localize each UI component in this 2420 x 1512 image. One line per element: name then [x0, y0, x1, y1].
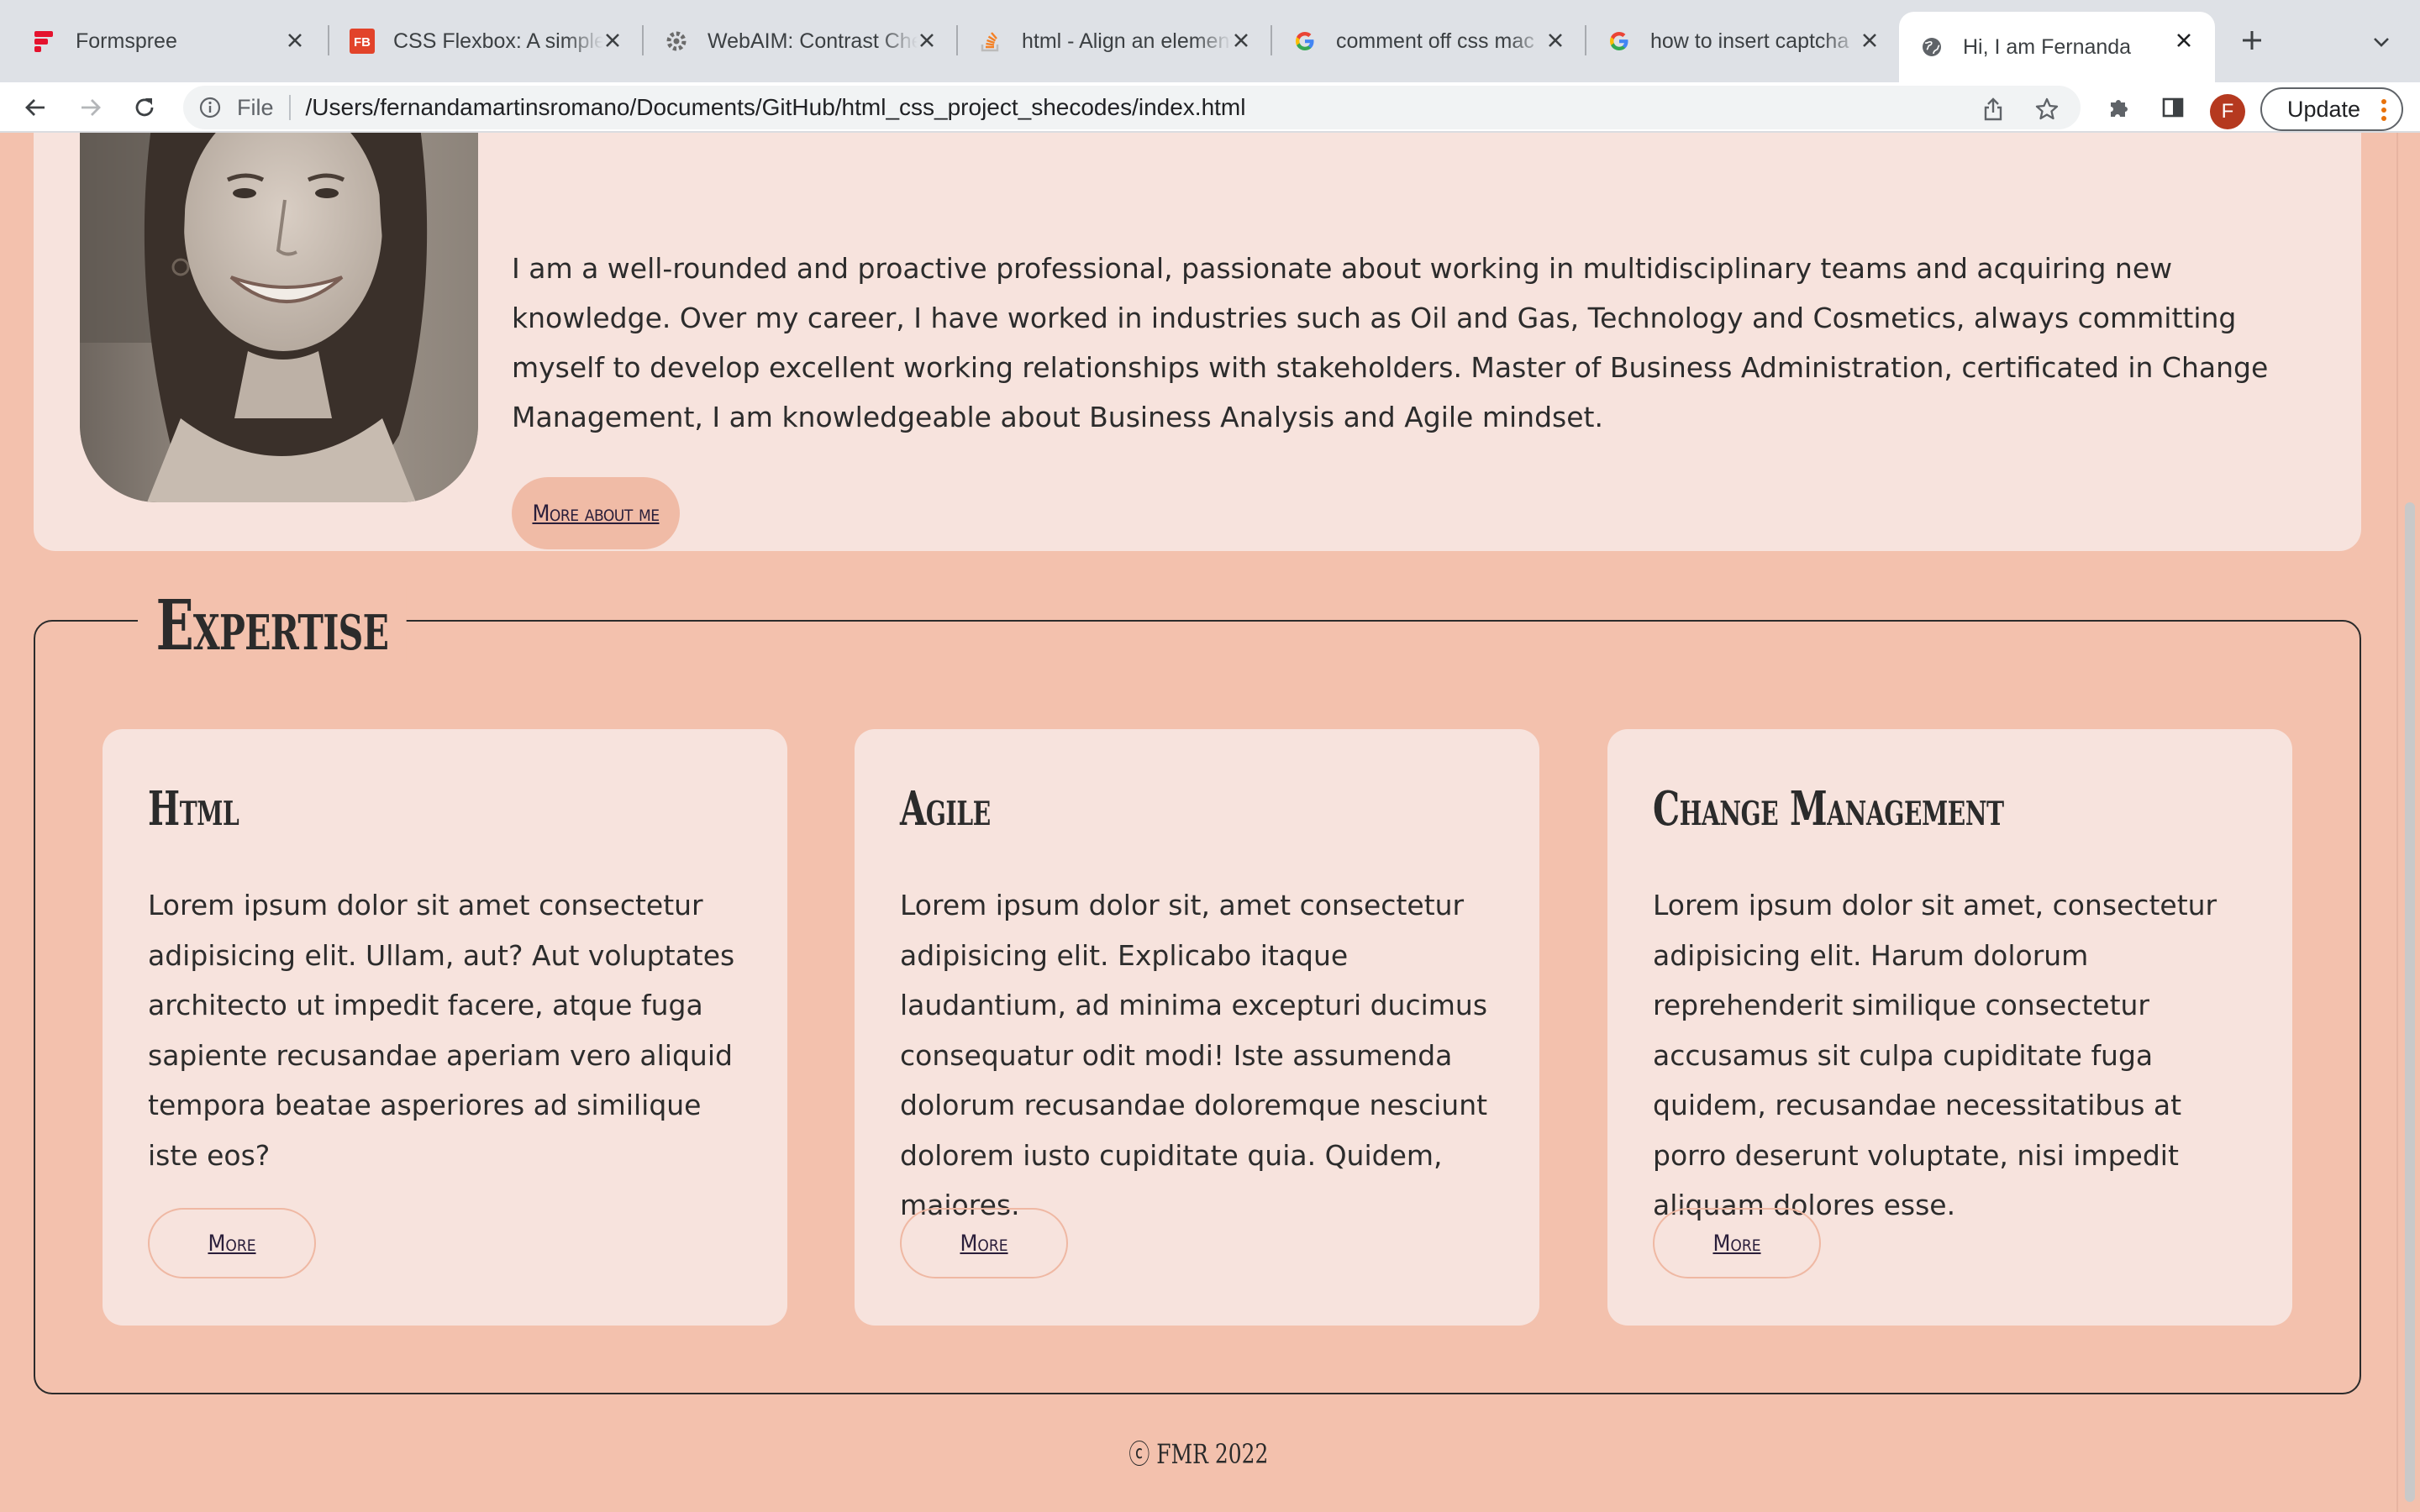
- tab-google-comment[interactable]: comment off css mac: [1272, 12, 1586, 71]
- omnibox-divider: [288, 95, 291, 120]
- card-body: Lorem ipsum dolor sit amet, consectetur …: [1653, 889, 2217, 1221]
- tab-strip: Formspree FB CSS Flexbox: A simple guide…: [0, 0, 2420, 82]
- expertise-card-agile: Agile Lorem ipsum dolor sit, amet consec…: [855, 729, 1539, 1326]
- tab-title: html - Align an element: [1022, 29, 1232, 53]
- close-tab-icon[interactable]: [1543, 28, 1568, 53]
- share-icon[interactable]: [1976, 92, 2010, 126]
- globe-icon: [1919, 34, 1944, 60]
- tab-search-chevron-icon[interactable]: [2366, 27, 2396, 57]
- footer: ⓒ FMR 2022: [0, 1433, 2396, 1472]
- bookmark-star-icon[interactable]: [2030, 92, 2064, 126]
- vertical-scrollbar[interactable]: [2396, 133, 2420, 1512]
- svg-text:FB: FB: [354, 35, 371, 50]
- about-paragraph: I am a well-rounded and proactive profes…: [512, 252, 2269, 433]
- tab-title: CSS Flexbox: A simple guide: [393, 29, 603, 53]
- expertise-section: Expertise Html Lorem ipsum dolor sit ame…: [34, 586, 2361, 1394]
- new-tab-button[interactable]: [2235, 24, 2269, 57]
- back-button[interactable]: [17, 89, 54, 126]
- google-icon: [1292, 29, 1318, 54]
- tab-title: comment off css mac: [1336, 29, 1534, 53]
- more-menu-icon[interactable]: [2381, 99, 2386, 121]
- card-body: Lorem ipsum dolor sit amet consectetur a…: [148, 889, 735, 1172]
- tab-css-flexbox[interactable]: FB CSS Flexbox: A simple guide: [329, 12, 644, 71]
- close-tab-icon[interactable]: [914, 28, 939, 53]
- google-icon: [1607, 29, 1632, 54]
- fb-icon: FB: [350, 29, 375, 54]
- close-tab-icon[interactable]: [600, 28, 625, 53]
- profile-photo: [80, 133, 478, 502]
- footer-copyright: ⓒ FMR 2022: [1128, 1438, 1269, 1470]
- expertise-card-html: Html Lorem ipsum dolor sit amet consecte…: [103, 729, 787, 1326]
- tab-title: how to insert captcha: [1650, 29, 1849, 53]
- update-label: Update: [2287, 96, 2361, 122]
- card-title: Html: [148, 781, 239, 837]
- webaim-icon: [664, 29, 689, 54]
- extensions-puzzle-icon[interactable]: [2102, 91, 2136, 124]
- more-button[interactable]: More: [900, 1208, 1068, 1278]
- tab-title: Hi, I am Fernanda: [1963, 34, 2132, 59]
- more-button[interactable]: More: [148, 1208, 316, 1278]
- scrollbar-thumb[interactable]: [2405, 502, 2415, 1502]
- about-section: I am a well-rounded and proactive profes…: [34, 133, 2361, 551]
- tab-title: Formspree: [76, 29, 177, 53]
- close-tab-icon[interactable]: [1857, 28, 1882, 53]
- profile-avatar[interactable]: F: [2210, 94, 2245, 129]
- forward-button[interactable]: [72, 89, 109, 126]
- page-viewport: I am a well-rounded and proactive profes…: [0, 133, 2420, 1512]
- card-body: Lorem ipsum dolor sit, amet consectetur …: [900, 889, 1488, 1221]
- close-tab-icon[interactable]: [1228, 28, 1254, 53]
- close-tab-icon[interactable]: [2171, 28, 2196, 53]
- close-tab-icon[interactable]: [282, 28, 308, 53]
- card-title: Agile: [900, 781, 991, 837]
- tab-stackoverflow[interactable]: html - Align an element: [958, 12, 1272, 71]
- info-icon[interactable]: [197, 94, 224, 121]
- tab-webaim[interactable]: WebAIM: Contrast Checker: [644, 12, 958, 71]
- expertise-heading: Expertise: [138, 586, 407, 665]
- card-title: Change Management: [1653, 781, 2004, 837]
- stackoverflow-icon: [978, 29, 1003, 54]
- more-about-me-button[interactable]: More about me: [512, 477, 680, 549]
- tab-google-captcha[interactable]: how to insert captcha: [1586, 12, 1901, 71]
- tab-hi-i-am-fernanda[interactable]: Hi, I am Fernanda: [1899, 12, 2215, 82]
- browser-toolbar: File /Users/fernandamartinsromano/Docume…: [0, 82, 2420, 133]
- url-text[interactable]: /Users/fernandamartinsromano/Documents/G…: [306, 94, 1246, 121]
- update-button[interactable]: Update: [2260, 87, 2403, 131]
- reload-button[interactable]: [126, 89, 163, 126]
- scheme-label: File: [237, 94, 274, 120]
- tab-title: WebAIM: Contrast Checker: [708, 29, 918, 53]
- side-panel-icon[interactable]: [2156, 91, 2190, 124]
- tab-formspree[interactable]: Formspree: [12, 12, 326, 71]
- expertise-card-change-management: Change Management Lorem ipsum dolor sit …: [1607, 729, 2292, 1326]
- more-button[interactable]: More: [1653, 1208, 1821, 1278]
- address-bar[interactable]: File /Users/fernandamartinsromano/Docume…: [183, 86, 2081, 129]
- formspree-icon: [32, 29, 57, 54]
